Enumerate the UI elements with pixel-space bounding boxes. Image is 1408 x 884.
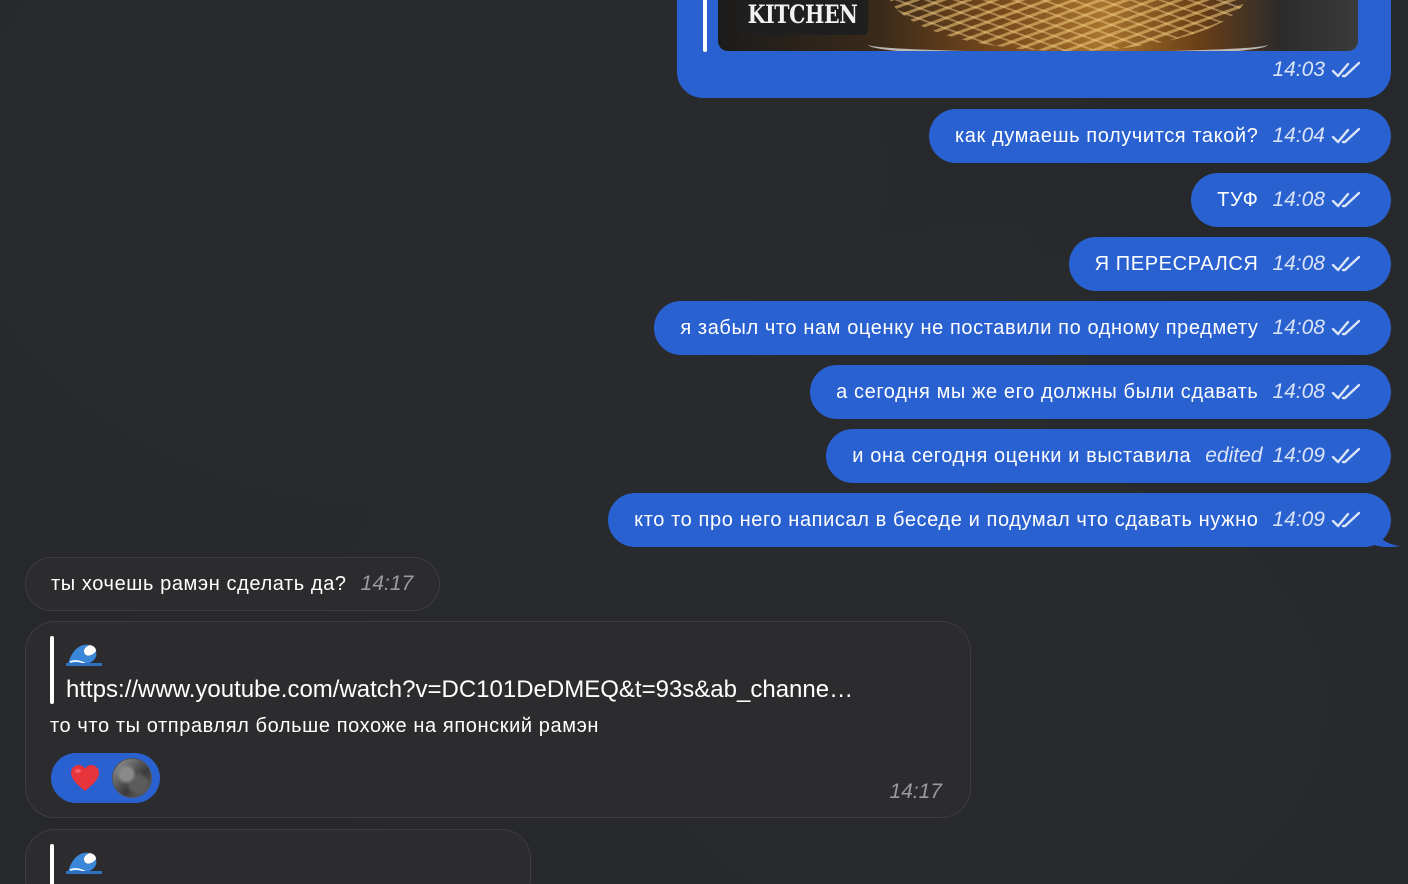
reaction-pill[interactable] bbox=[51, 753, 160, 803]
message-meta: 14:04 bbox=[1272, 124, 1363, 148]
bowl-rim bbox=[868, 32, 1268, 51]
chat-window: KITCHEN 14:03 как думаешь получится тако… bbox=[0, 0, 1408, 884]
wave-emoji-icon bbox=[66, 852, 102, 874]
quoted-link[interactable]: https://www.youtube.com/watch?v=DC101DeD… bbox=[66, 676, 946, 704]
double-check-icon bbox=[1331, 447, 1361, 464]
outgoing-message[interactable]: Я ПЕРЕСРАЛСЯ 14:08 bbox=[1068, 237, 1391, 291]
message-time: 14:08 bbox=[1272, 380, 1325, 403]
double-check-icon bbox=[1331, 255, 1361, 272]
message-time: 14:08 bbox=[1272, 252, 1325, 275]
outgoing-message[interactable]: и она сегодня оценки и выставила edited … bbox=[826, 429, 1391, 483]
message-time: 14:17 bbox=[360, 572, 414, 595]
double-check-icon bbox=[1331, 511, 1361, 528]
bubble-tail bbox=[1372, 522, 1400, 548]
incoming-message-with-quote[interactable] bbox=[25, 829, 531, 884]
outgoing-message[interactable]: кто то про него написал в беседе и подум… bbox=[608, 493, 1391, 547]
message-time: 14:08 bbox=[1272, 316, 1325, 339]
message-text: и она сегодня оценки и выставила bbox=[852, 444, 1192, 467]
edited-label: edited bbox=[1205, 444, 1263, 467]
outgoing-message[interactable]: ТУФ 14:08 bbox=[1191, 173, 1391, 227]
message-meta: 14:03 bbox=[1272, 58, 1363, 82]
message-text: ТУФ bbox=[1217, 188, 1259, 211]
message-meta: 14:08 bbox=[1272, 380, 1363, 404]
message-meta: 14:08 bbox=[1272, 252, 1363, 276]
message-meta: edited 14:09 bbox=[1205, 444, 1363, 468]
message-text: как думаешь получится такой? bbox=[955, 124, 1259, 147]
brand-logo: KITCHEN bbox=[737, 0, 869, 35]
message-time: 14:09 bbox=[1272, 508, 1325, 531]
message-text: а сегодня мы же его должны были сдавать bbox=[836, 380, 1259, 403]
message-text: кто то про него написал в беседе и подум… bbox=[634, 508, 1259, 531]
message-meta: 14:08 bbox=[1272, 188, 1363, 212]
double-check-icon bbox=[1331, 191, 1361, 208]
quote-bar bbox=[50, 636, 54, 704]
outgoing-message[interactable]: я забыл что нам оценку не поставили по о… bbox=[654, 301, 1391, 355]
outgoing-message[interactable]: а сегодня мы же его должны были сдавать … bbox=[810, 365, 1391, 419]
message-time: 14:17 bbox=[889, 780, 942, 803]
avatar[interactable] bbox=[112, 758, 152, 798]
double-check-icon bbox=[1331, 383, 1361, 400]
double-check-icon bbox=[1331, 319, 1361, 336]
message-text: то что ты отправлял больше похоже на япо… bbox=[50, 715, 600, 737]
message-text: ты хочешь рамэн сделать да? bbox=[51, 572, 347, 595]
message-text: я забыл что нам оценку не поставили по о… bbox=[680, 316, 1259, 339]
message-text: Я ПЕРЕСРАЛСЯ bbox=[1094, 252, 1259, 275]
outgoing-message[interactable]: как думаешь получится такой? 14:04 bbox=[929, 109, 1391, 163]
message-time: 14:04 bbox=[1272, 124, 1325, 147]
incoming-message[interactable]: ты хочешь рамэн сделать да? 14:17 bbox=[25, 557, 441, 611]
message-meta: 14:08 bbox=[1272, 316, 1363, 340]
message-time: 14:03 bbox=[1272, 58, 1325, 81]
message-time: 14:09 bbox=[1272, 444, 1325, 467]
message-time: 14:08 bbox=[1272, 188, 1325, 211]
double-check-icon bbox=[1331, 61, 1361, 78]
heart-icon bbox=[71, 765, 99, 791]
wave-emoji-icon bbox=[66, 644, 102, 666]
quote-bar bbox=[50, 844, 54, 884]
double-check-icon bbox=[1331, 127, 1361, 144]
quote-bar bbox=[703, 0, 707, 52]
message-meta: 14:09 bbox=[1272, 508, 1363, 532]
outgoing-image-message[interactable]: KITCHEN 14:03 bbox=[677, 0, 1391, 98]
incoming-message-with-quote[interactable]: https://www.youtube.com/watch?v=DC101DeD… bbox=[25, 621, 971, 818]
